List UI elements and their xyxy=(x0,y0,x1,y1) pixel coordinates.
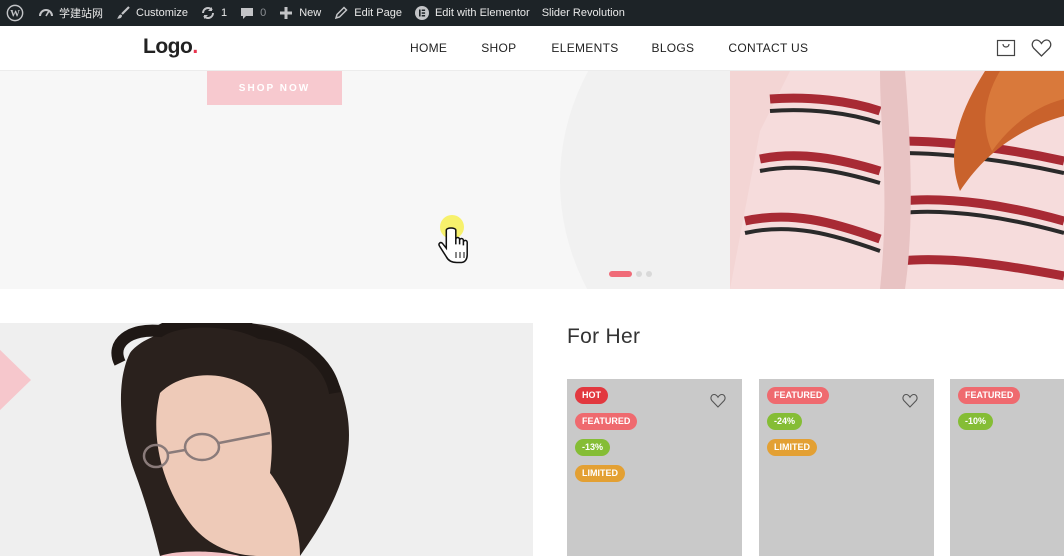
product-card[interactable]: FEATURED -10% xyxy=(950,379,1064,556)
badge-discount: -10% xyxy=(958,413,994,430)
product-badges: FEATURED -10% xyxy=(958,387,1021,430)
badge-limited: LIMITED xyxy=(767,439,817,456)
slider-revolution-button[interactable]: Slider Revolution xyxy=(536,0,631,26)
elementor-icon xyxy=(414,5,430,21)
new-label: New xyxy=(299,7,322,19)
pointer-hand-cursor-icon xyxy=(438,215,468,264)
nav-contact-us[interactable]: CONTACT US xyxy=(728,41,808,55)
wishlist-heart-icon[interactable] xyxy=(902,393,918,408)
edit-with-elementor-label: Edit with Elementor xyxy=(434,7,530,19)
product-badges: FEATURED -24% LIMITED xyxy=(767,387,830,456)
section-title: For Her xyxy=(567,325,641,348)
product-card[interactable]: HOT FEATURED -13% LIMITED xyxy=(567,379,742,556)
customize-button[interactable]: Customize xyxy=(109,0,194,26)
shopping-bag-icon[interactable] xyxy=(996,38,1016,58)
pencil-icon xyxy=(333,5,349,21)
hero-slider[interactable]: SHOP NOW xyxy=(0,71,1064,289)
nav-blogs[interactable]: BLOGS xyxy=(652,41,695,55)
main-navigation: HOME SHOP ELEMENTS BLOGS CONTACT US xyxy=(410,41,808,55)
nav-shop[interactable]: SHOP xyxy=(481,41,516,55)
comments-count: 0 xyxy=(260,7,267,19)
svg-text:W: W xyxy=(10,9,20,20)
woman-with-glasses-image xyxy=(0,323,533,556)
badge-hot: HOT xyxy=(575,387,608,404)
wishlist-heart-icon[interactable] xyxy=(710,393,726,408)
logo-text: Logo xyxy=(143,35,193,58)
customize-label: Customize xyxy=(136,7,188,19)
site-logo[interactable]: Logo. xyxy=(143,35,198,59)
hero-model-image xyxy=(730,71,1064,289)
plus-icon xyxy=(278,5,294,21)
category-banner[interactable] xyxy=(0,323,533,556)
comment-icon xyxy=(239,5,255,21)
slider-dot-active[interactable] xyxy=(609,271,632,277)
site-name-label: 学建站网 xyxy=(59,8,103,20)
dashboard-icon xyxy=(38,5,54,21)
badge-featured: FEATURED xyxy=(575,413,638,430)
shop-now-button[interactable]: SHOP NOW xyxy=(207,71,342,105)
site-name-menu[interactable]: 学建站网 xyxy=(32,0,109,26)
logo-dot: . xyxy=(192,35,198,58)
brush-icon xyxy=(115,5,131,21)
product-card[interactable]: FEATURED -24% LIMITED xyxy=(759,379,934,556)
admin-bar: W 学建站网 Customize 1 0 New Edit Page Edit … xyxy=(0,0,1064,26)
edit-with-elementor-button[interactable]: Edit with Elementor xyxy=(408,0,536,26)
nav-elements[interactable]: ELEMENTS xyxy=(551,41,618,55)
product-badges: HOT FEATURED -13% LIMITED xyxy=(575,387,638,482)
updates-count: 1 xyxy=(220,7,228,19)
wordpress-icon: W xyxy=(6,4,24,22)
badge-featured: FEATURED xyxy=(767,387,830,404)
edit-page-label: Edit Page xyxy=(354,7,402,19)
updates-button[interactable]: 1 xyxy=(194,0,233,26)
badge-discount: -13% xyxy=(575,439,611,456)
edit-page-button[interactable]: Edit Page xyxy=(327,0,408,26)
refresh-icon xyxy=(200,5,216,21)
wordpress-logo-button[interactable]: W xyxy=(0,0,32,26)
badge-discount: -24% xyxy=(767,413,803,430)
badge-limited: LIMITED xyxy=(575,465,625,482)
slider-dot[interactable] xyxy=(636,271,642,277)
wishlist-heart-icon[interactable] xyxy=(1031,38,1052,58)
comments-button[interactable]: 0 xyxy=(233,0,272,26)
site-header: Logo. HOME SHOP ELEMENTS BLOGS CONTACT U… xyxy=(0,26,1064,71)
badge-featured: FEATURED xyxy=(958,387,1021,404)
slider-pagination xyxy=(609,271,652,277)
slider-revolution-label: Slider Revolution xyxy=(541,7,625,19)
nav-home[interactable]: HOME xyxy=(410,41,447,55)
slider-dot[interactable] xyxy=(646,271,652,277)
new-content-button[interactable]: New xyxy=(272,0,327,26)
